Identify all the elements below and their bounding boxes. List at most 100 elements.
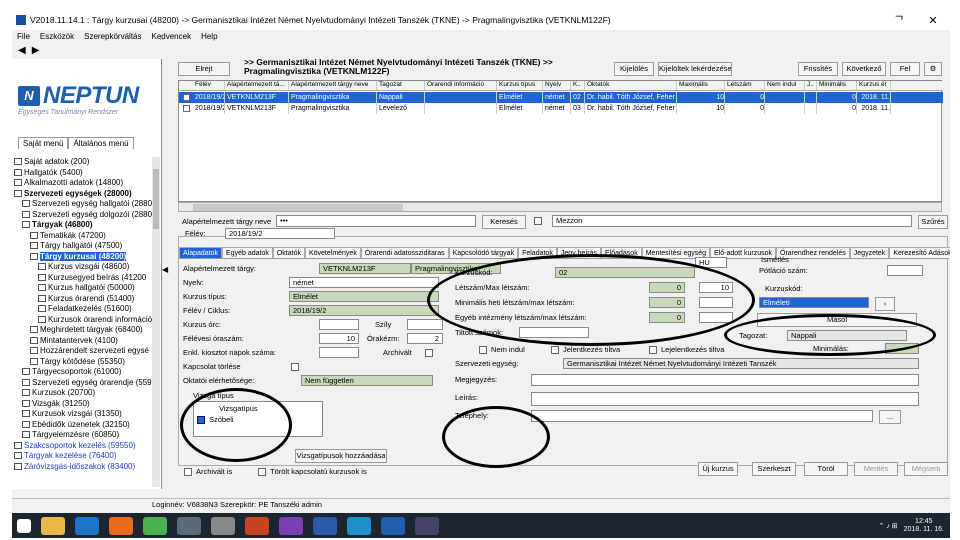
- not-start-checkbox[interactable]: [479, 346, 487, 354]
- detail-tab[interactable]: Egyéb adatok: [222, 247, 273, 258]
- archived-check[interactable]: [184, 468, 192, 476]
- menu-role[interactable]: Szerepkörváltás: [79, 32, 146, 41]
- tree-item[interactable]: Szakcsoportok kezelés (59550): [14, 441, 152, 452]
- tree-item[interactable]: Kurzus órarendi (51400): [14, 294, 152, 305]
- detail-tab[interactable]: Alapadatok: [179, 247, 223, 258]
- tree-item[interactable]: Tárgy hallgatói (47500): [14, 241, 152, 252]
- back-icon[interactable]: ◀: [18, 45, 26, 56]
- semester-select[interactable]: 2018/19/2: [225, 228, 335, 239]
- deregistration-forbidden-checkbox[interactable]: [649, 346, 657, 354]
- powerpoint-icon[interactable]: [245, 516, 269, 535]
- tree-item[interactable]: Kurzus vizsgái (48600): [14, 262, 152, 273]
- grid-column-header[interactable]: J..: [805, 81, 817, 90]
- tree-item[interactable]: Vizsgák (31250): [14, 399, 152, 410]
- app-icon-5[interactable]: [415, 516, 439, 535]
- copy-all-button[interactable]: Kijelöltek lekérdezése: [658, 62, 732, 76]
- grid-column-header[interactable]: Alapértelmezett tá...: [225, 81, 289, 90]
- menu-file[interactable]: File: [12, 32, 35, 41]
- explorer-icon[interactable]: [41, 516, 65, 535]
- tab-general-menu[interactable]: Általános menü: [68, 137, 134, 149]
- tree-item[interactable]: Mintatantervek (4100): [14, 336, 152, 347]
- tree-item[interactable]: Záróvizsgás-időszakok (83400): [14, 462, 152, 473]
- delete-link-checkbox[interactable]: [291, 363, 299, 371]
- grid-column-header[interactable]: K..: [571, 81, 585, 90]
- word-icon[interactable]: [313, 516, 337, 535]
- subject-code-field[interactable]: VETKNLM213F: [319, 263, 411, 274]
- table-row[interactable]: 2018/19/2 VETKNLM213F Pragmalingvisztika Le…: [179, 103, 943, 114]
- tree-item[interactable]: Kurzus hallgatói (50000): [14, 283, 152, 294]
- deleted-check[interactable]: [258, 468, 266, 476]
- new-course-button[interactable]: Új kurzus: [698, 462, 738, 476]
- tree-item[interactable]: Szervezeti egység órarendje (559: [14, 378, 152, 389]
- hide-button[interactable]: Elrejt: [178, 62, 230, 76]
- grid-column-header[interactable]: Kurzus ér: [857, 81, 891, 90]
- close-icon[interactable]: ✕: [916, 14, 950, 27]
- detail-tab[interactable]: Jegyzetek: [849, 247, 890, 258]
- teacher-access-select[interactable]: Nem független: [301, 375, 433, 386]
- grid-column-header[interactable]: Alapértelmezett tárgy neve: [289, 81, 377, 90]
- tab-own-menu[interactable]: Saját menü: [18, 137, 69, 149]
- tray-icons[interactable]: ⌃ ♪ ⊞: [879, 522, 898, 530]
- menu-favorites[interactable]: Kedvencek: [146, 32, 196, 41]
- tree-item[interactable]: Kurzusok órarendi információ: [14, 315, 152, 326]
- refresh-button[interactable]: Frissítés: [798, 62, 838, 76]
- registration-forbidden-checkbox[interactable]: [551, 346, 559, 354]
- count-input[interactable]: [887, 265, 923, 276]
- archived-checkbox[interactable]: [425, 349, 433, 357]
- course-select[interactable]: Elméleti: [759, 297, 869, 308]
- chrome-icon[interactable]: [143, 516, 167, 535]
- grid-column-header[interactable]: Kurzus típus: [497, 81, 543, 90]
- collapse-icon[interactable]: ◀: [162, 265, 170, 279]
- tree-item[interactable]: Hozzárendelt szervezeti egysé: [14, 346, 152, 357]
- course-hours-field[interactable]: [319, 319, 359, 330]
- detail-tab[interactable]: Órarendi adatossziditaras: [360, 247, 449, 258]
- detail-tab[interactable]: Kapcsolódó tárgyak: [448, 247, 519, 258]
- table-row[interactable]: 2018/19/2 VETKNLM213F Pragmalingvisztika Na…: [179, 92, 943, 103]
- browse-button[interactable]: ...: [879, 410, 901, 424]
- tree-item[interactable]: Feladatkezelés (51600): [14, 304, 152, 315]
- add-icon[interactable]: ›: [875, 297, 895, 311]
- tree-item[interactable]: Saját adatok (200): [14, 157, 152, 168]
- tree-item[interactable]: Meghirdetett tárgyak (68400): [14, 325, 152, 336]
- text-field[interactable]: [531, 410, 873, 422]
- app-icon-3[interactable]: [279, 516, 303, 535]
- grid-column-header[interactable]: Nem indul: [765, 81, 805, 90]
- tree-item[interactable]: Kurzusegyed beírás (41200: [14, 273, 152, 284]
- tree-item[interactable]: Szervezeti egység hallgatói (2880: [14, 199, 152, 210]
- grid-column-header[interactable]: Maximális: [677, 81, 725, 90]
- cancel-button[interactable]: Mégsem: [904, 462, 948, 476]
- clock[interactable]: 12:45 2018. 11. 16.: [904, 518, 944, 534]
- weekly-hours-field[interactable]: 2: [407, 333, 443, 344]
- tree-item[interactable]: Tárgy kurzusai (48200): [14, 251, 152, 263]
- tree-scrollbar[interactable]: [152, 157, 160, 487]
- grid-column-header[interactable]: Órarendi információ: [425, 81, 497, 90]
- filter-input[interactable]: •••: [276, 215, 476, 227]
- restore-icon[interactable]: ᄀ: [882, 12, 916, 28]
- grid-column-header[interactable]: Létszám: [725, 81, 765, 90]
- field-input[interactable]: Elmélet: [289, 291, 439, 302]
- tree-item[interactable]: Tárgyelemzésre (60850): [14, 430, 152, 441]
- grid-column-header[interactable]: Oktatók: [585, 81, 677, 90]
- app-icon-4[interactable]: [347, 516, 371, 535]
- tree-item[interactable]: Tárgyecsoportok (61000): [14, 367, 152, 378]
- tree-item[interactable]: Kurzusok vizsgái (31350): [14, 409, 152, 420]
- grid-column-header[interactable]: Nyelv: [543, 81, 571, 90]
- style-field[interactable]: [407, 319, 443, 330]
- tree-item[interactable]: Tárgy kötődése (55350): [14, 357, 152, 368]
- detail-tab[interactable]: Követelmények: [304, 247, 361, 258]
- days-field[interactable]: [319, 347, 359, 358]
- detail-tab[interactable]: Oktatók: [272, 247, 305, 258]
- org-field[interactable]: Germanisztikai Intézet Német Nyelvtudomá…: [563, 358, 919, 369]
- row-checkbox[interactable]: [181, 103, 191, 114]
- field-input[interactable]: 2018/19/2: [289, 305, 439, 316]
- text-field[interactable]: [531, 392, 919, 406]
- grid-column-header[interactable]: Minimális: [817, 81, 857, 90]
- text-field[interactable]: [531, 374, 919, 386]
- tree-item[interactable]: Tematikák (47200): [14, 231, 152, 242]
- filter-select[interactable]: Mezzon: [552, 215, 912, 227]
- up-button[interactable]: Fel: [890, 62, 920, 76]
- filter-check[interactable]: [534, 217, 542, 225]
- tree-item[interactable]: Tárgyak kezelése (76400): [14, 451, 152, 462]
- row-checkbox[interactable]: [181, 92, 191, 103]
- semester-hours-field[interactable]: 10: [319, 333, 359, 344]
